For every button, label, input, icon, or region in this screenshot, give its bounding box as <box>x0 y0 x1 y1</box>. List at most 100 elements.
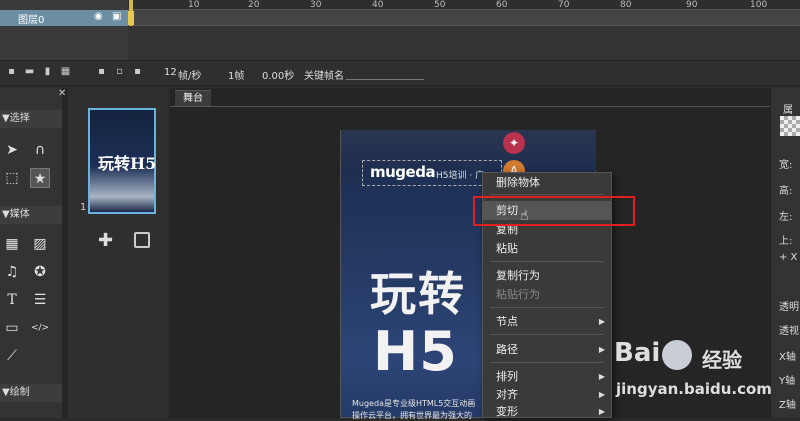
timeline-track[interactable] <box>128 10 800 26</box>
video-tool-icon[interactable]: ✪ <box>30 262 50 282</box>
submenu-arrow-icon: ▶ <box>598 372 605 381</box>
remove-frame-icon[interactable]: ▪ <box>132 66 143 77</box>
menu-item-delete[interactable]: 删除物体 <box>483 173 611 192</box>
ruler-tick: 30 <box>310 0 322 10</box>
menu-item-label: 粘贴 <box>496 242 518 255</box>
time-display: 0.00秒 <box>262 71 295 82</box>
prop-label: 高: <box>779 186 793 197</box>
ruler-tick: 80 <box>620 0 632 10</box>
watermark-product: 经验 <box>702 348 742 372</box>
frame-count: 1帧 <box>228 71 245 82</box>
menu-item-node[interactable]: 节点 ▶ <box>483 312 611 331</box>
menu-item-transform[interactable]: 变形 ▶ <box>483 402 611 421</box>
ruler-tick: 50 <box>434 0 446 10</box>
keyframe-name-label: 关键帧名 <box>304 71 344 82</box>
tab-stage[interactable]: 舞台 <box>175 90 211 106</box>
add-page-icon[interactable]: ✚ <box>98 230 113 251</box>
layer-list <box>0 0 128 60</box>
section-label: 绘制 <box>9 387 30 398</box>
menu-item-label: 粘贴行为 <box>496 288 540 301</box>
banner-text: H5培训 · 广 <box>436 171 485 181</box>
canvas-description-line: Mugeda是专业级HTML5交互动画 <box>352 399 476 408</box>
menu-item-paste-behavior: 粘贴行为 <box>483 285 611 304</box>
favorite-badge-icon[interactable]: ✦ <box>503 132 525 154</box>
ruler-tick: 90 <box>686 0 698 10</box>
keyframe-name-input[interactable] <box>346 66 424 80</box>
paw-icon <box>662 340 692 370</box>
prop-label: 透视 <box>779 326 799 337</box>
layer-name: 图层0 <box>18 15 45 26</box>
new-file-icon[interactable]: ▪ <box>6 66 17 77</box>
section-draw-header[interactable]: ▼绘制 <box>0 384 62 402</box>
ruler-tick: 70 <box>558 0 570 10</box>
tab-divider <box>170 106 770 107</box>
menu-separator <box>490 362 604 363</box>
page-number: 1 <box>80 202 87 213</box>
pointer-tool-icon[interactable]: ➤ <box>2 140 22 160</box>
paragraph-tool-icon[interactable]: ☰ <box>30 290 50 310</box>
ruler-tick: 10 <box>188 0 200 10</box>
insert-frame-icon[interactable]: ▫ <box>114 66 125 77</box>
submenu-arrow-icon: ▶ <box>598 317 605 326</box>
menu-separator <box>490 194 604 195</box>
image-tool-icon[interactable]: ▨ <box>30 234 50 254</box>
ruler-tick: 40 <box>372 0 384 10</box>
prop-label: 上: <box>779 236 793 247</box>
menu-item-label: 路径 <box>496 343 518 356</box>
grid-tool-icon[interactable]: ▦ <box>2 234 22 254</box>
watermark-brand: Bai <box>614 338 661 368</box>
section-label: 媒体 <box>9 209 30 220</box>
text-tool-icon[interactable]: T <box>2 290 22 310</box>
audio-tool-icon[interactable]: ♫ <box>2 262 22 282</box>
canvas-description-line: 操作云平台，拥有世界最为强大的 <box>352 411 472 420</box>
section-select-header[interactable]: ▼选择 <box>0 110 62 128</box>
chart-tool-icon[interactable]: ⟋ <box>2 346 22 366</box>
section-media-header[interactable]: ▼媒体 <box>0 206 62 224</box>
keyframe-marker[interactable] <box>128 11 134 25</box>
hand-cursor-icon: ☝ <box>520 208 529 224</box>
shape-tool-icon[interactable]: ★ <box>30 168 50 188</box>
eye-icon[interactable]: ◉ <box>94 11 103 22</box>
lock-icon[interactable]: ▣ <box>112 11 121 22</box>
fps-value: 12 <box>164 67 177 78</box>
menu-item-label: 节点 <box>496 315 518 328</box>
ruler-tick: 60 <box>496 0 508 10</box>
frame-icon[interactable]: ▪ <box>96 66 107 77</box>
watermark-url: jingyan.baidu.com <box>616 380 772 398</box>
close-icon[interactable]: ✕ <box>58 88 66 99</box>
menu-item-label: 复制行为 <box>496 269 540 282</box>
transform-tool-icon[interactable]: ⬚ <box>2 168 22 188</box>
delete-icon[interactable]: ▮ <box>42 66 53 77</box>
section-label: 选择 <box>9 113 30 124</box>
menu-item-copy-behavior[interactable]: 复制行为 <box>483 266 611 285</box>
fill-swatch[interactable] <box>780 116 800 136</box>
menu-separator <box>490 307 604 308</box>
menu-separator <box>490 334 604 335</box>
mugeda-logo: mugeda <box>370 163 436 181</box>
submenu-arrow-icon: ▶ <box>598 345 605 354</box>
menu-separator <box>490 261 604 262</box>
prop-label: 宽: <box>779 160 793 171</box>
prop-label: + X <box>779 252 798 263</box>
insert-page-icon[interactable] <box>134 232 150 248</box>
menu-item-label: 删除物体 <box>496 176 540 189</box>
submenu-arrow-icon: ▶ <box>598 407 605 416</box>
prop-label: 透明 <box>779 302 799 313</box>
headline-h5: H5 <box>373 320 458 383</box>
node-tool-icon[interactable]: ∩ <box>30 140 50 160</box>
copy-icon[interactable]: ▦ <box>60 66 71 77</box>
menu-item-label: 排列 <box>496 370 518 383</box>
timeline-ruler[interactable]: 10 20 30 40 50 60 70 80 90 100 <box>128 0 800 10</box>
menu-item-path[interactable]: 路径 ▶ <box>483 340 611 359</box>
thumbnail-title: 玩转H5 <box>98 154 157 173</box>
headline-chinese: 玩转 <box>370 267 466 321</box>
menu-item-paste[interactable]: 粘贴 <box>483 239 611 258</box>
slideshow-tool-icon[interactable]: ▭ <box>2 318 22 338</box>
fps-label: 帧/秒 <box>178 71 202 82</box>
annotation-highlight-box <box>473 196 635 226</box>
menu-item-arrange[interactable]: 排列 ▶ <box>483 367 611 386</box>
menu-item-label: 对齐 <box>496 388 518 401</box>
folder-icon[interactable]: ▬ <box>24 66 35 77</box>
code-tool-icon[interactable]: </> <box>30 318 50 338</box>
menu-item-label: 变形 <box>496 405 518 418</box>
